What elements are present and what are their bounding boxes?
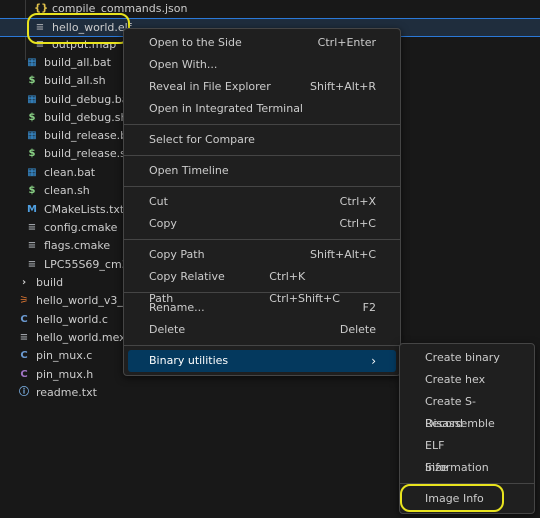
- tree-folder-build[interactable]: › build: [18, 274, 63, 292]
- tree-item-build-all-sh[interactable]: $ build_all.sh: [26, 72, 106, 90]
- cmake-icon: M: [27, 204, 37, 215]
- tree-item-label: config.cmake: [44, 221, 118, 234]
- submenu-item-disassemble[interactable]: Disassemble: [400, 413, 534, 435]
- menu-item-reveal-explorer[interactable]: Reveal in File Explorer Shift+Alt+R: [124, 76, 400, 98]
- tree-item-label: readme.txt: [36, 386, 97, 399]
- shell-icon: $: [28, 75, 36, 86]
- tree-item-label: hello_world.mex: [36, 331, 126, 344]
- tree-item-hello-world-v3[interactable]: ⚞ hello_world_v3_10: [18, 292, 137, 310]
- menu-separator: [124, 124, 400, 125]
- tree-item-clean-sh[interactable]: $ clean.sh: [26, 182, 90, 200]
- file-icon: ≡: [35, 39, 45, 50]
- tree-item-label: output.map: [52, 38, 117, 51]
- tree-item-compile-commands[interactable]: {} compile_commands.json: [34, 0, 187, 18]
- tree-item-pin-mux-c[interactable]: C pin_mux.c: [18, 347, 92, 365]
- tree-item-hello-world-mex[interactable]: ≡ hello_world.mex: [18, 329, 126, 347]
- tree-item-cmakelists[interactable]: M CMakeLists.txt: [26, 201, 124, 219]
- tree-item-hello-world-c[interactable]: C hello_world.c: [18, 311, 108, 329]
- file-icon: ≡: [35, 21, 45, 33]
- submenu-item-create-hex[interactable]: Create hex: [400, 369, 534, 391]
- menu-item-copy-path[interactable]: Copy Path Shift+Alt+C: [124, 244, 400, 266]
- file-icon: ≡: [27, 259, 37, 270]
- tree-item-build-debug-sh[interactable]: $ build_debug.sh: [26, 109, 128, 127]
- tree-item-label: flags.cmake: [44, 239, 111, 252]
- shell-icon: $: [28, 148, 36, 159]
- windows-icon: ▦: [27, 94, 37, 105]
- c-file-icon: C: [20, 314, 28, 325]
- json-icon: {}: [34, 3, 49, 14]
- menu-separator: [124, 345, 400, 346]
- menu-item-binary-utilities[interactable]: Binary utilities ›: [128, 350, 396, 372]
- menu-item-delete[interactable]: Delete Delete: [124, 319, 400, 341]
- windows-icon: ▦: [27, 57, 37, 68]
- tree-item-output-map[interactable]: ≡ output.map: [34, 36, 116, 54]
- menu-item-copy[interactable]: Copy Ctrl+C: [124, 213, 400, 235]
- submenu-item-create-binary[interactable]: Create binary: [400, 347, 534, 369]
- chevron-right-icon: ›: [371, 354, 376, 368]
- menu-separator: [400, 483, 534, 484]
- context-menu: Open to the Side Ctrl+Enter Open With... …: [123, 28, 401, 376]
- tree-item-build-all-bat[interactable]: ▦ build_all.bat: [26, 54, 111, 72]
- tree-item-clean-bat[interactable]: ▦ clean.bat: [26, 164, 95, 182]
- menu-item-rename[interactable]: Rename... F2: [124, 297, 400, 319]
- menu-item-open-terminal[interactable]: Open in Integrated Terminal: [124, 98, 400, 120]
- c-header-icon: C: [20, 369, 28, 380]
- shell-icon: $: [28, 185, 36, 196]
- tree-item-build-debug-bat[interactable]: ▦ build_debug.bat: [26, 91, 133, 109]
- tree-item-build-release-sh[interactable]: $ build_release.sh: [26, 145, 133, 163]
- tree-item-label: build_debug.sh: [44, 111, 128, 124]
- tree-item-label: build: [36, 276, 64, 289]
- tree-item-label: hello_world_v3_10: [36, 294, 137, 307]
- tree-item-flags-cmake[interactable]: ≡ flags.cmake: [26, 237, 110, 255]
- tree-item-label: build_release.sh: [44, 147, 133, 160]
- file-icon: ≡: [19, 332, 29, 343]
- tree-item-label: pin_mux.h: [36, 368, 94, 381]
- tree-item-label: build_all.sh: [44, 74, 106, 87]
- tree-item-label: clean.sh: [44, 184, 90, 197]
- file-icon: ≡: [27, 240, 37, 251]
- windows-icon: ▦: [27, 130, 37, 141]
- menu-item-select-compare[interactable]: Select for Compare: [124, 129, 400, 151]
- tree-item-label: hello_world.c: [36, 313, 108, 326]
- tree-item-label: hello_world.elf: [52, 20, 132, 34]
- tree-item-label: CMakeLists.txt: [44, 203, 125, 216]
- menu-separator: [124, 155, 400, 156]
- file-icon: ≡: [27, 222, 37, 233]
- menu-item-open-timeline[interactable]: Open Timeline: [124, 160, 400, 182]
- tree-item-label: pin_mux.c: [36, 349, 93, 362]
- chevron-right-icon[interactable]: ›: [18, 274, 30, 292]
- tree-item-label: build_all.bat: [44, 56, 111, 69]
- shell-icon: $: [28, 112, 36, 123]
- submenu-item-elf-information[interactable]: ELF Information: [400, 435, 534, 474]
- windows-icon: ▦: [27, 167, 37, 178]
- c-file-icon: C: [20, 350, 28, 361]
- menu-item-cut[interactable]: Cut Ctrl+X: [124, 191, 400, 213]
- tree-item-label: build_debug.bat: [44, 93, 133, 106]
- tree-item-pin-mux-h[interactable]: C pin_mux.h: [18, 366, 93, 384]
- submenu-item-size[interactable]: Size: [400, 457, 534, 479]
- tree-item-label: compile_commands.json: [52, 2, 188, 15]
- tree-item-label: clean.bat: [44, 166, 96, 179]
- tree-item-build-release-bat[interactable]: ▦ build_release.bat: [26, 127, 138, 145]
- info-icon: ⓘ: [19, 387, 29, 398]
- menu-item-open-to-side[interactable]: Open to the Side Ctrl+Enter: [124, 32, 400, 54]
- menu-item-open-with[interactable]: Open With...: [124, 54, 400, 76]
- menu-separator: [124, 186, 400, 187]
- binary-utilities-submenu: Create binary Create hex Create S-Record…: [399, 343, 535, 514]
- tree-item-config-cmake[interactable]: ≡ config.cmake: [26, 219, 118, 237]
- rss-icon: ⚞: [19, 295, 29, 306]
- tree-item-readme[interactable]: ⓘ readme.txt: [18, 384, 97, 402]
- menu-separator: [124, 239, 400, 240]
- submenu-item-image-info[interactable]: Image Info: [400, 488, 534, 510]
- menu-item-copy-relative-path[interactable]: Copy Relative Path Ctrl+K Ctrl+Shift+C: [124, 266, 400, 305]
- submenu-item-create-srecord[interactable]: Create S-Record: [400, 391, 534, 430]
